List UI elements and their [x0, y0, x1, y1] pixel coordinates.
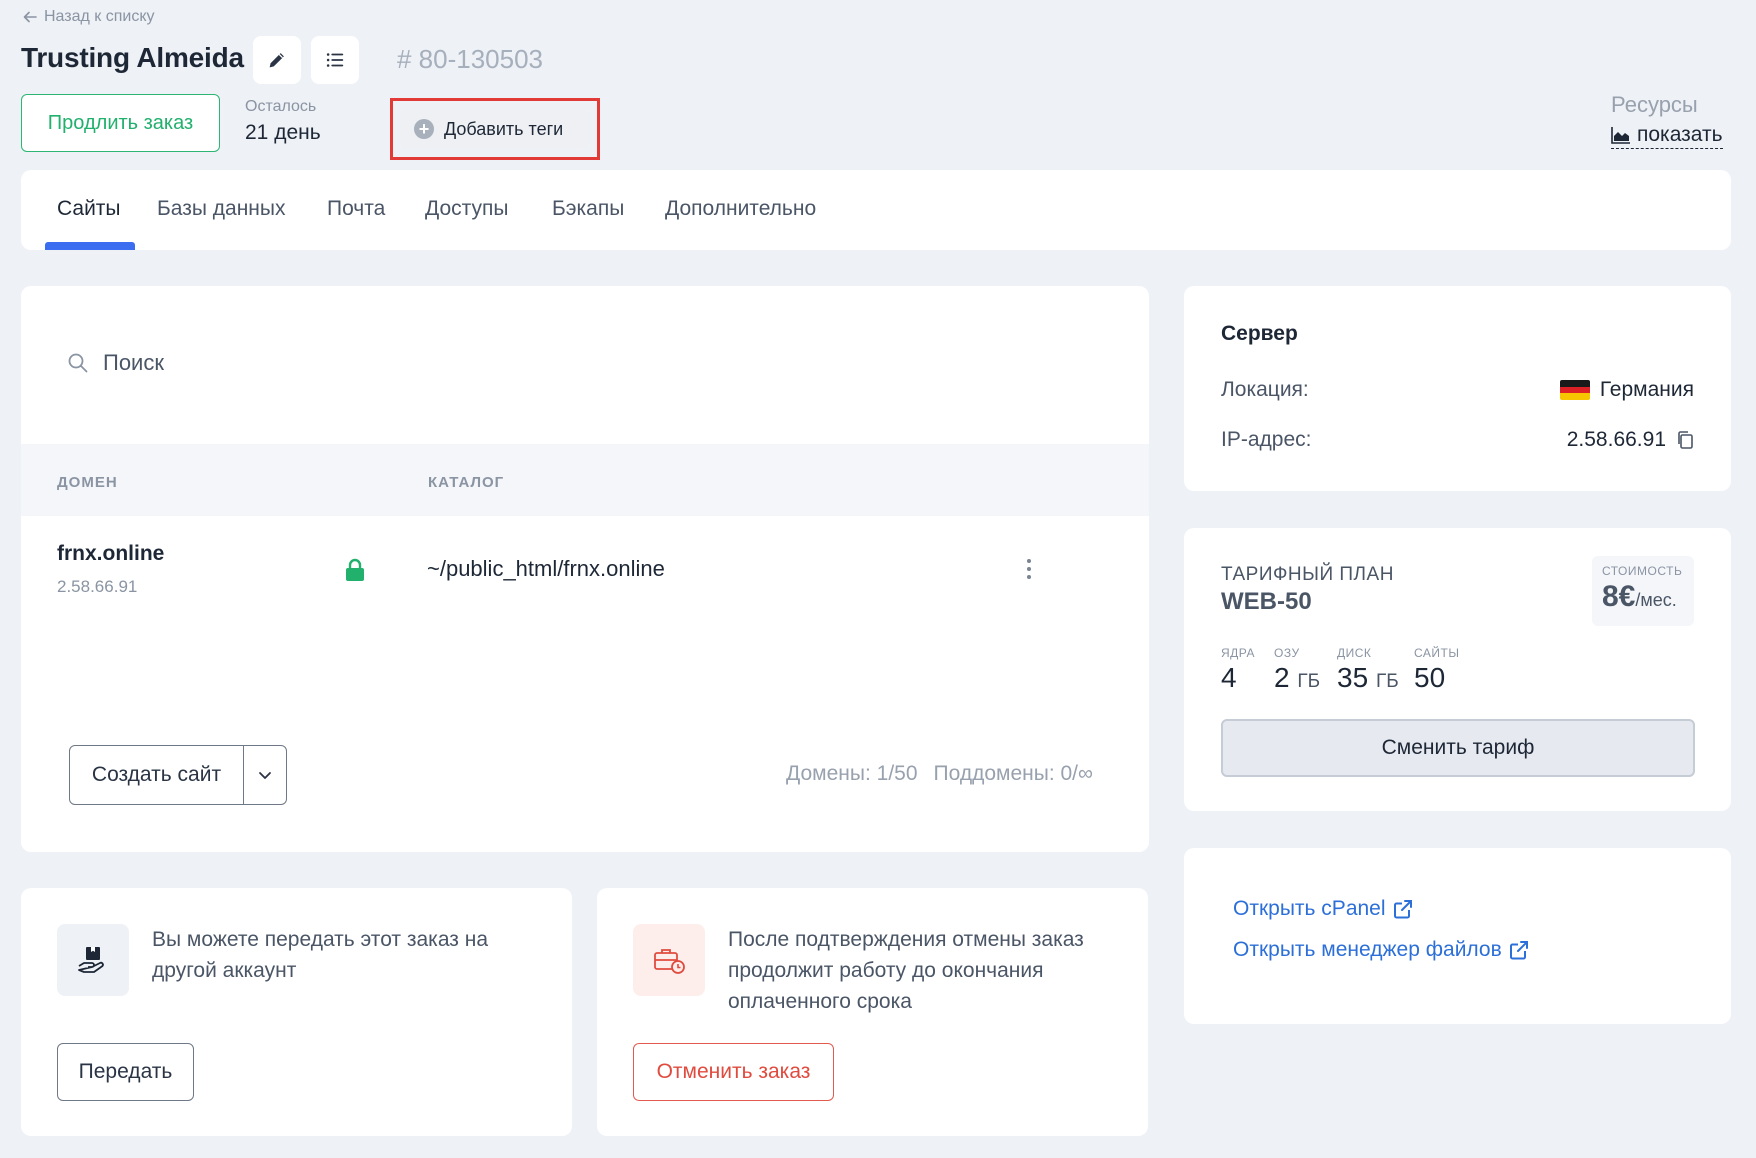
lock-icon	[346, 558, 364, 581]
order-id: # 80-130503	[397, 44, 544, 74]
cancel-icon-tile	[633, 924, 705, 996]
cancel-order-card: После подтверждения отмены заказ продолж…	[597, 888, 1148, 1136]
edit-title-button[interactable]	[253, 36, 301, 84]
hand-box-icon	[78, 947, 104, 973]
back-link-label: Назад к списку	[44, 8, 155, 25]
tab-additional[interactable]: Дополнительно	[665, 197, 816, 221]
cancel-description: После подтверждения отмены заказ продолж…	[728, 928, 1084, 1013]
table-header: ДОМЕН КАТАЛОГ	[21, 444, 1149, 516]
external-links-card: Открыть cPanel Открыть менеджер файлов	[1184, 848, 1731, 1024]
ip-value: 2.58.66.91	[1567, 428, 1694, 452]
plan-label: ТАРИФНЫЙ ПЛАН	[1221, 564, 1394, 585]
search-bar	[67, 350, 703, 376]
location-label: Локация:	[1221, 378, 1309, 401]
spec-label: ОЗУ	[1274, 646, 1300, 660]
open-file-manager-link[interactable]: Открыть менеджер файлов	[1233, 938, 1530, 962]
kebab-menu-icon[interactable]	[1023, 556, 1035, 582]
copy-icon[interactable]	[1676, 430, 1694, 450]
open-file-manager-label: Открыть менеджер файлов	[1233, 938, 1502, 961]
spec-value: 2 ГБ	[1274, 662, 1321, 693]
change-plan-button[interactable]: Сменить тариф	[1221, 719, 1695, 777]
create-site-button[interactable]: Создать сайт	[70, 746, 244, 804]
sites-panel: ДОМЕН КАТАЛОГ frnx.online 2.58.66.91 ~/p…	[21, 286, 1149, 852]
site-directory: ~/public_html/frnx.online	[427, 556, 665, 581]
site-domain[interactable]: frnx.online	[57, 542, 164, 566]
site-counts: Домены: 1/50 Поддомены: 0/∞	[786, 762, 1093, 786]
price-box: СТОИМОСТЬ 8€/мес.	[1592, 556, 1694, 626]
column-header-domain: ДОМЕН	[57, 474, 118, 491]
create-site-dropdown[interactable]	[244, 746, 286, 804]
briefcase-clock-icon	[654, 949, 685, 974]
transfer-button[interactable]: Передать	[57, 1043, 194, 1101]
list-icon	[326, 53, 344, 67]
back-to-list-link[interactable]: Назад к списку	[22, 8, 155, 26]
location-country: Германия	[1599, 378, 1694, 401]
extend-order-button[interactable]: Продлить заказ	[21, 94, 220, 152]
cancel-order-button[interactable]: Отменить заказ	[633, 1043, 834, 1101]
resources-show-link[interactable]: показать	[1611, 123, 1723, 149]
server-card: Сервер Локация: Германия IP-адрес: 2.58.…	[1184, 286, 1731, 491]
column-header-directory: КАТАЛОГ	[428, 474, 505, 491]
open-cpanel-label: Открыть cPanel	[1233, 897, 1386, 920]
open-cpanel-link[interactable]: Открыть cPanel	[1233, 897, 1414, 921]
resources-label: Ресурсы	[1611, 92, 1698, 117]
tab-mail[interactable]: Почта	[327, 197, 385, 221]
remaining-label: Осталось	[245, 98, 317, 115]
arrow-left-icon	[23, 11, 37, 23]
add-tags-label: Добавить теги	[444, 118, 564, 139]
price-unit: /мес.	[1635, 590, 1677, 610]
tabs-bar: Сайты Базы данных Почта Доступы Бэкапы Д…	[21, 170, 1731, 250]
chevron-down-icon	[259, 772, 271, 779]
tab-databases[interactable]: Базы данных	[157, 197, 286, 221]
plus-circle-icon: +	[414, 119, 434, 139]
transfer-icon-tile	[57, 924, 129, 996]
spec-cores: ЯДРА 4	[1221, 646, 1255, 694]
remaining-value: 21 день	[245, 121, 321, 144]
germany-flag-icon	[1559, 380, 1590, 400]
plan-name: WEB-50	[1221, 588, 1312, 615]
spec-label: САЙТЫ	[1414, 646, 1460, 660]
server-title: Сервер	[1221, 322, 1298, 345]
location-value: Германия	[1559, 378, 1694, 402]
active-tab-indicator	[45, 242, 135, 250]
page-title: Trusting Almeida	[21, 42, 244, 73]
search-icon	[68, 353, 88, 373]
tab-access[interactable]: Доступы	[425, 197, 508, 221]
domains-count: Домены: 1/50	[786, 762, 918, 785]
transfer-order-card: Вы можете передать этот заказ на другой …	[21, 888, 572, 1136]
search-input[interactable]	[103, 350, 703, 376]
spec-value: 4	[1221, 662, 1237, 693]
resources-show-label: показать	[1637, 123, 1723, 146]
list-view-button[interactable]	[311, 36, 359, 84]
external-link-icon	[1393, 900, 1412, 919]
spec-label: ДИСК	[1337, 646, 1372, 660]
tab-sites[interactable]: Сайты	[57, 197, 121, 221]
plan-card: ТАРИФНЫЙ ПЛАН WEB-50 СТОИМОСТЬ 8€/мес. Я…	[1184, 528, 1731, 811]
price-value: 8€/мес.	[1602, 580, 1677, 614]
price-label: СТОИМОСТЬ	[1602, 564, 1683, 578]
add-tags-button[interactable]: + Добавить теги	[400, 110, 590, 148]
spec-ram: ОЗУ 2 ГБ	[1274, 646, 1320, 694]
price-amount: 8€	[1602, 580, 1636, 613]
subdomains-count: Поддомены: 0/∞	[933, 762, 1093, 785]
site-ip: 2.58.66.91	[57, 577, 138, 596]
area-chart-icon	[1611, 127, 1630, 144]
spec-value: 50	[1414, 662, 1446, 693]
pencil-icon	[269, 53, 284, 68]
spec-label: ЯДРА	[1221, 646, 1255, 660]
create-site-group: Создать сайт	[69, 745, 287, 805]
external-link-icon	[1509, 941, 1528, 960]
ip-address: 2.58.66.91	[1566, 428, 1666, 451]
tab-backups[interactable]: Бэкапы	[552, 197, 624, 221]
spec-sites: САЙТЫ 50	[1414, 646, 1459, 694]
ip-label: IP-адрес:	[1221, 428, 1312, 451]
spec-disk: ДИСК 35 ГБ	[1337, 646, 1399, 694]
spec-value: 35 ГБ	[1337, 662, 1399, 693]
transfer-description: Вы можете передать этот заказ на другой …	[152, 928, 488, 982]
